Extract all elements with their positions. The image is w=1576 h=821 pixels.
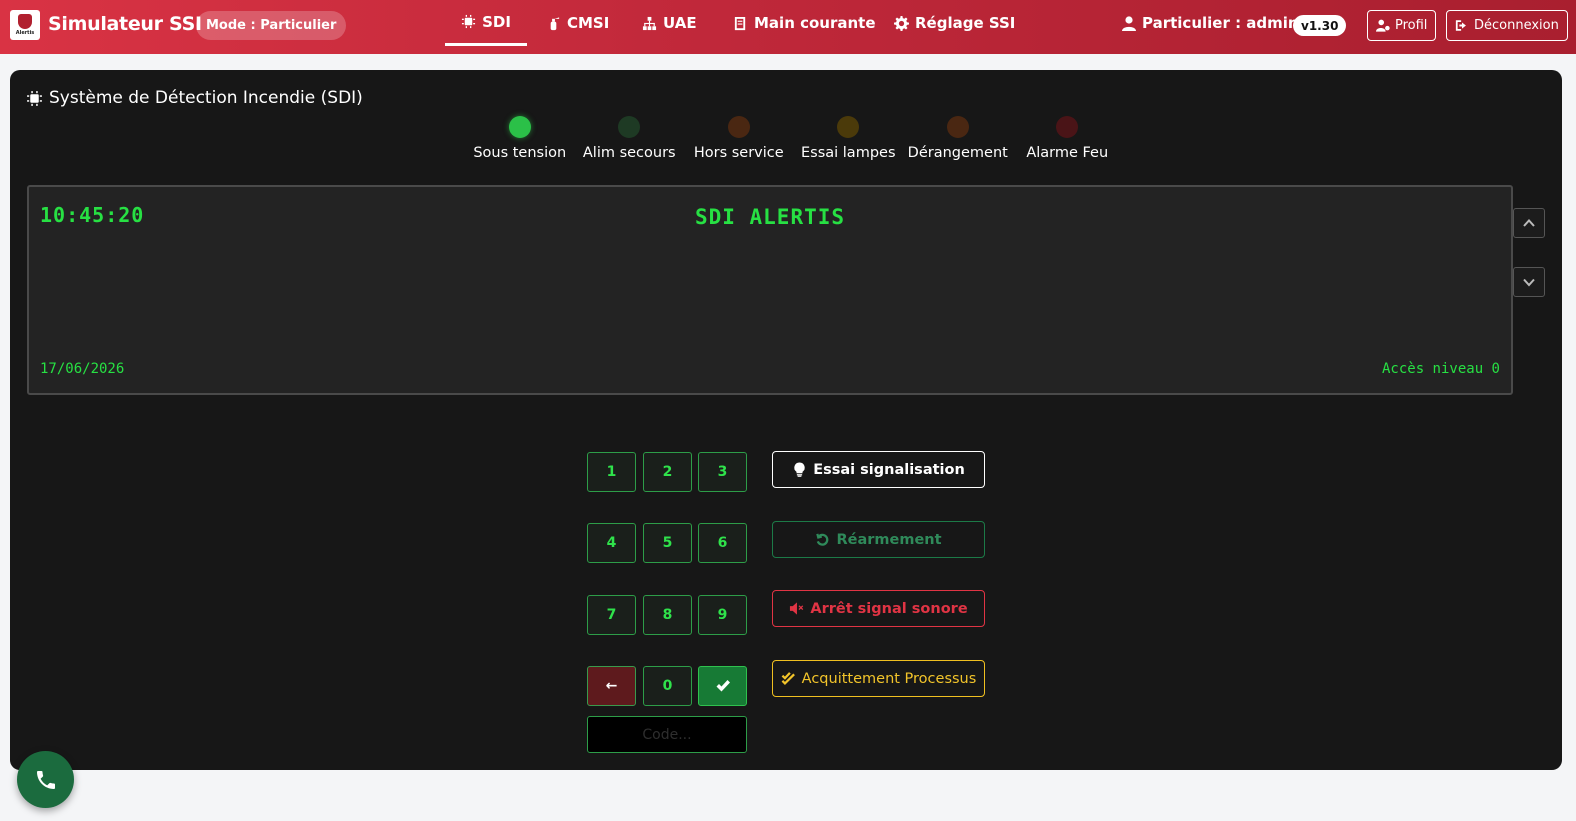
profile-label: Profil xyxy=(1395,18,1428,33)
key-7[interactable]: 7 xyxy=(587,595,636,635)
key-3[interactable]: 3 xyxy=(698,452,747,492)
nav-tab-uae[interactable]: UAE xyxy=(642,0,697,46)
led-dot xyxy=(508,116,531,138)
phone-icon xyxy=(36,770,55,789)
app-logo[interactable]: Alertis xyxy=(10,10,40,40)
display-date: 17/06/2026 xyxy=(40,361,125,377)
lcd-display: 10:45:20 SDI ALERTIS 17/06/2026 Accès ni… xyxy=(27,185,1513,395)
key-validate[interactable] xyxy=(698,666,747,706)
indicator-label: Alarme Feu xyxy=(1026,145,1109,161)
indicator-label: Hors service xyxy=(693,145,784,161)
reset-label: Réarmement xyxy=(836,531,942,548)
logout-label: Déconnexion xyxy=(1474,18,1559,33)
led-dot xyxy=(618,116,641,138)
reset-button[interactable]: Réarmement xyxy=(772,521,985,558)
user-label: Particulier : admin xyxy=(1142,14,1299,32)
chevron-up-icon xyxy=(1523,219,1535,227)
scroll-up-button[interactable] xyxy=(1513,208,1545,238)
silence-button[interactable]: Arrêt signal sonore xyxy=(772,590,985,627)
scroll-down-button[interactable] xyxy=(1513,267,1545,297)
key-1[interactable]: 1 xyxy=(587,452,636,492)
nav-tab-label: Main courante xyxy=(754,14,876,32)
version-badge: v1.30 xyxy=(1293,15,1347,36)
sitemap-icon xyxy=(642,16,657,30)
key-backspace[interactable]: ← xyxy=(587,666,636,706)
key-6[interactable]: 6 xyxy=(698,523,747,563)
silence-label: Arrêt signal sonore xyxy=(810,600,968,617)
nav-tab-label: Réglage SSI xyxy=(915,14,1016,32)
key-2[interactable]: 2 xyxy=(643,452,692,492)
led-dot xyxy=(1056,116,1079,138)
sdi-panel: Système de Détection Incendie (SDI) Sous… xyxy=(10,70,1562,770)
indicator-label: Essai lampes xyxy=(800,145,896,161)
indicator-essai-lampes: Essai lampes xyxy=(794,116,904,161)
logout-button[interactable]: Déconnexion xyxy=(1446,10,1568,41)
user-gear-icon xyxy=(1376,19,1390,32)
book-icon xyxy=(734,16,746,30)
acknowledge-button[interactable]: Acquittement Processus xyxy=(772,660,985,697)
nav-tab-main-courante[interactable]: Main courante xyxy=(733,0,876,46)
indicator-alim-secours: Alim secours xyxy=(575,116,685,161)
key-4[interactable]: 4 xyxy=(587,523,636,563)
display-access-level: Accès niveau 0 xyxy=(1381,361,1500,377)
check-icon xyxy=(716,680,730,692)
navbar: Alertis Simulateur SSI Mode : Particulie… xyxy=(0,0,1576,54)
panel-title: Système de Détection Incendie (SDI) xyxy=(26,88,363,108)
gear-icon xyxy=(894,15,909,31)
rotate-left-icon xyxy=(816,533,829,546)
led-dot xyxy=(727,116,750,138)
nav-tab-label: CMSI xyxy=(567,14,610,32)
display-headline: SDI ALERTIS xyxy=(694,205,846,229)
acknowledge-label: Acquittement Processus xyxy=(801,670,977,687)
led-dot xyxy=(946,116,969,138)
code-input[interactable] xyxy=(587,716,747,753)
indicator-label: Dérangement xyxy=(907,145,1008,161)
key-8[interactable]: 8 xyxy=(643,595,692,635)
user-icon xyxy=(1122,15,1136,31)
nav-tab-label: UAE xyxy=(663,14,697,32)
test-signal-button[interactable]: Essai signalisation xyxy=(772,451,985,488)
nav-tab-sdi[interactable]: SDI xyxy=(445,0,527,46)
indicator-label: Sous tension xyxy=(473,145,567,161)
shield-icon xyxy=(18,14,32,29)
app-title[interactable]: Simulateur SSI xyxy=(48,13,202,35)
indicator-label: Alim secours xyxy=(582,145,676,161)
indicator-sous-tension: Sous tension xyxy=(465,116,575,161)
led-dot xyxy=(837,116,860,138)
user-info: Particulier : admin xyxy=(1122,14,1299,32)
logout-icon xyxy=(1455,20,1466,31)
indicator-derangement: Dérangement xyxy=(903,116,1013,161)
nav-tab-reglage-ssi[interactable]: Réglage SSI xyxy=(894,0,1015,46)
test-signal-label: Essai signalisation xyxy=(813,461,965,478)
chevron-down-icon xyxy=(1523,278,1535,287)
phone-call-button[interactable] xyxy=(17,751,74,808)
indicator-row: Sous tension Alim secours Hors service E… xyxy=(465,116,1122,161)
chip-icon xyxy=(462,14,476,29)
nav-tab-label: SDI xyxy=(482,12,511,31)
extinguisher-icon xyxy=(550,16,560,30)
nav-tab-cmsi[interactable]: CMSI xyxy=(546,0,609,46)
chip-icon xyxy=(27,90,42,106)
lightbulb-icon xyxy=(794,462,805,477)
profile-button[interactable]: Profil xyxy=(1367,10,1437,41)
double-check-icon xyxy=(781,672,795,685)
key-0[interactable]: 0 xyxy=(643,666,692,706)
logo-text: Alertis xyxy=(15,30,35,36)
mode-badge: Mode : Particulier xyxy=(196,11,347,40)
indicator-alarme-feu: Alarme Feu xyxy=(1013,116,1123,161)
volume-mute-icon xyxy=(790,602,804,615)
key-9[interactable]: 9 xyxy=(698,595,747,635)
panel-title-text: Système de Détection Incendie (SDI) xyxy=(49,88,363,108)
indicator-hors-service: Hors service xyxy=(684,116,794,161)
key-5[interactable]: 5 xyxy=(643,523,692,563)
